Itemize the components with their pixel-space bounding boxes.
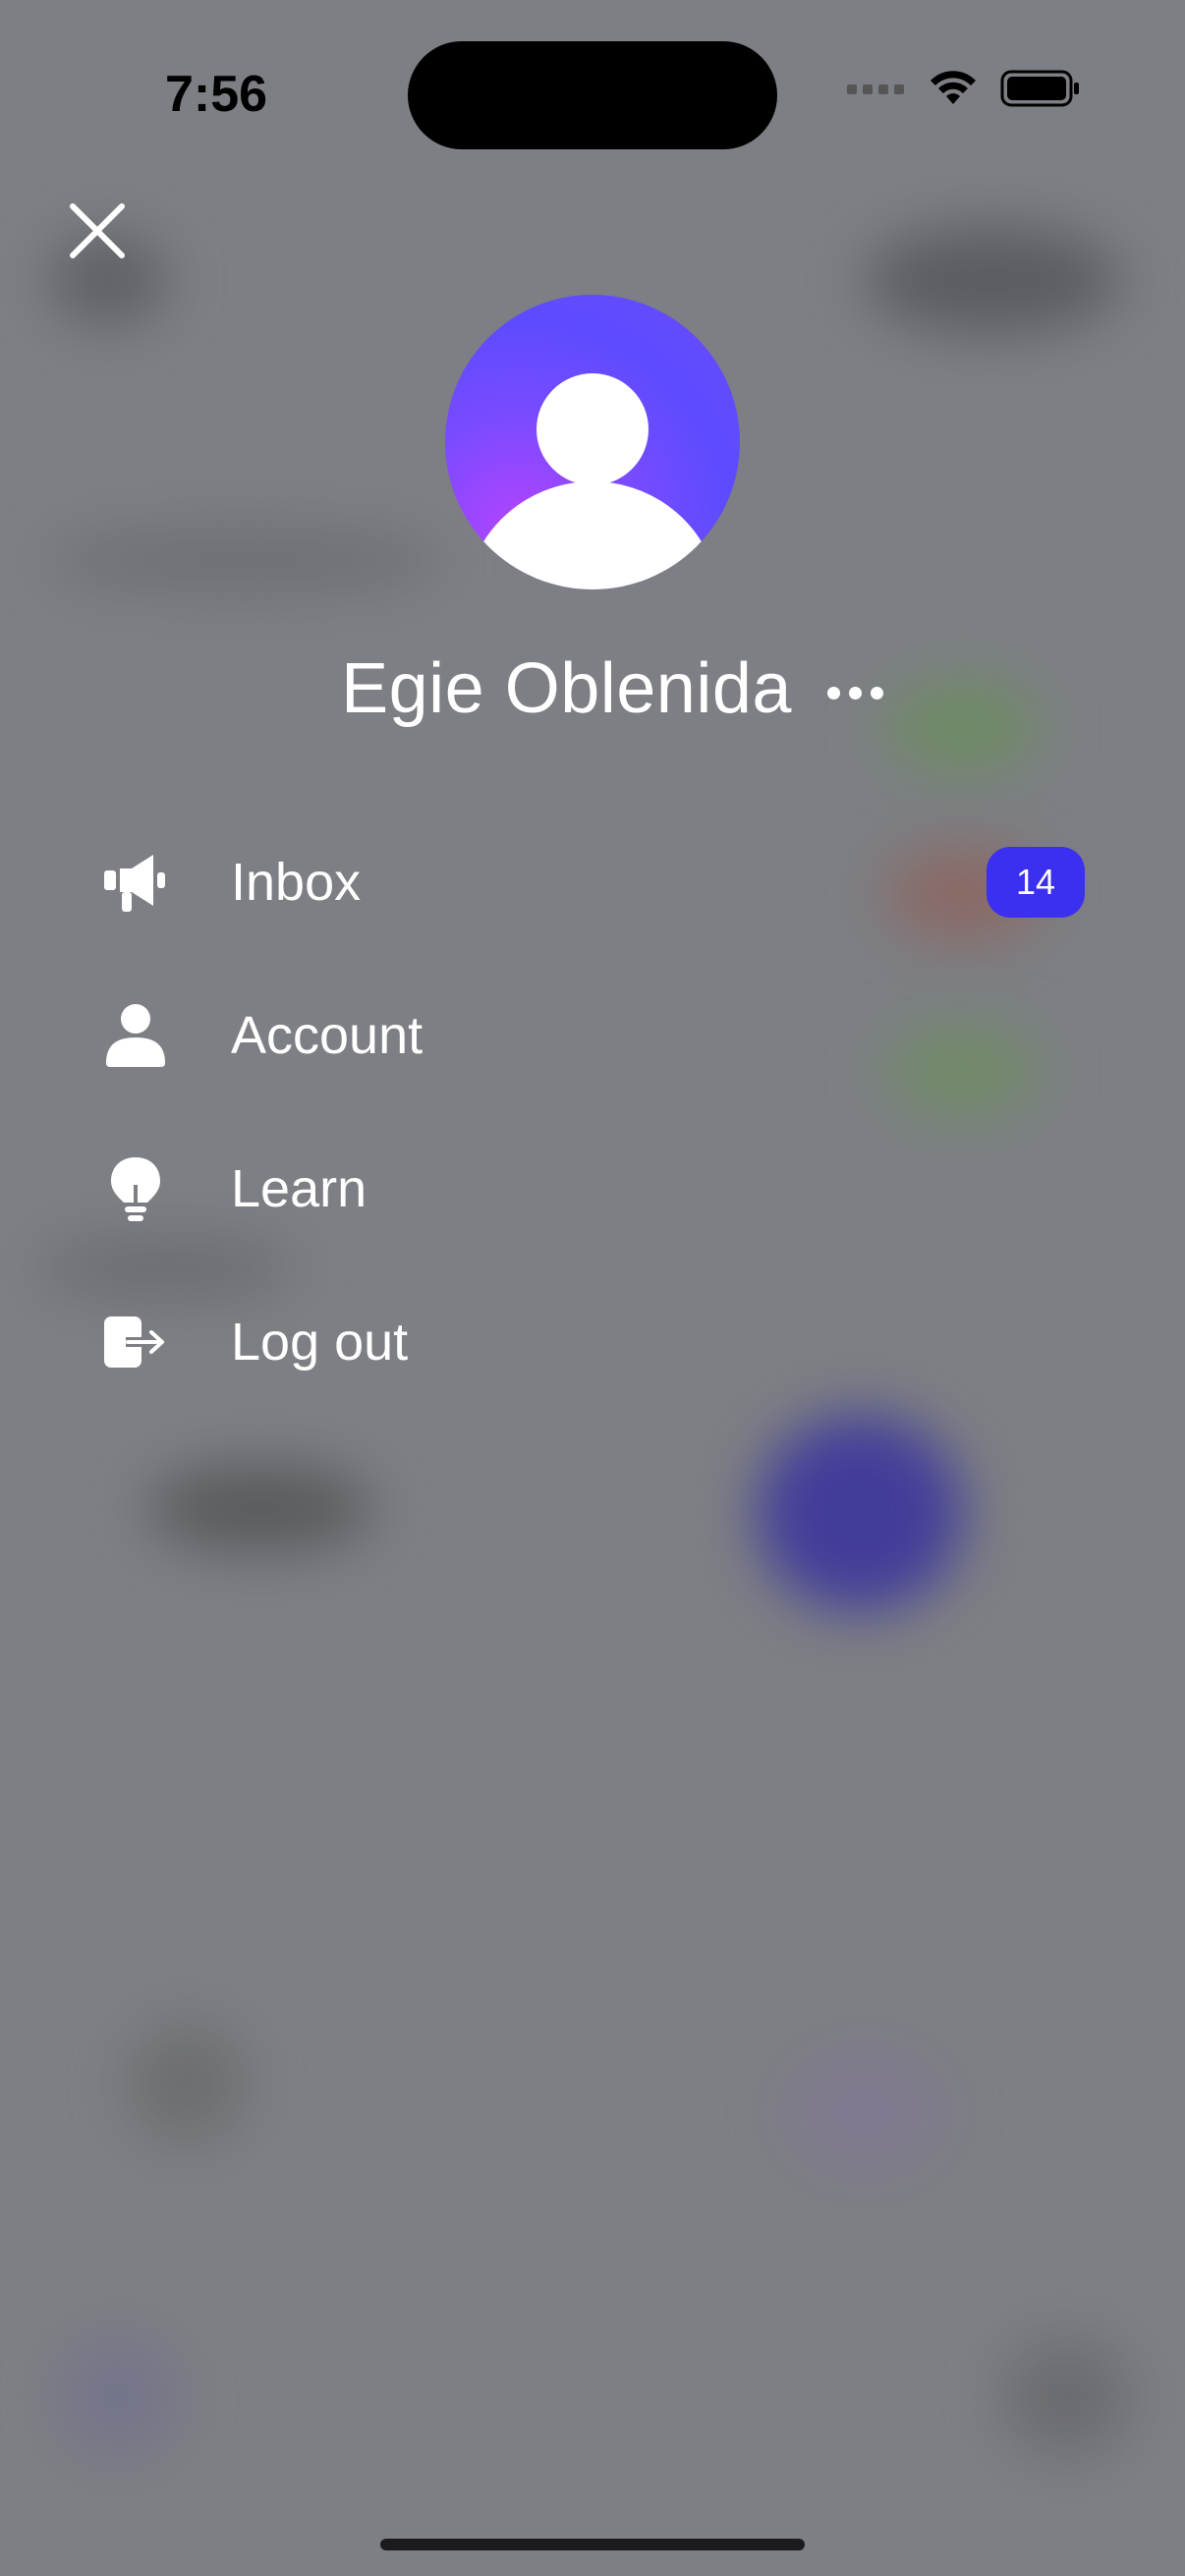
close-button[interactable]: [63, 196, 132, 265]
wifi-icon: [931, 71, 976, 104]
bg-blob: [59, 2338, 177, 2456]
bg-blob: [49, 531, 442, 589]
profile-menu: Inbox 14 Account Learn Log out: [0, 806, 1185, 1419]
bg-blob: [786, 2053, 943, 2171]
menu-item-inbox[interactable]: Inbox 14: [0, 806, 1185, 959]
menu-item-label: Inbox: [231, 853, 362, 912]
menu-item-label: Log out: [231, 1313, 409, 1372]
profile-name: Egie Oblenida: [341, 649, 792, 728]
logout-icon: [102, 1309, 169, 1375]
bg-blob: [1002, 2338, 1130, 2456]
more-dot: [826, 686, 840, 700]
close-icon: [70, 203, 125, 258]
bg-blob: [128, 2024, 246, 2142]
bg-blob: [865, 226, 1120, 334]
battery-icon: [1000, 70, 1079, 107]
more-dot: [870, 686, 883, 700]
menu-item-learn[interactable]: Learn: [0, 1112, 1185, 1265]
dynamic-island: [408, 41, 777, 149]
bg-blob: [757, 1415, 963, 1611]
status-time: 7:56: [165, 66, 268, 123]
person-silhouette-icon: [466, 373, 719, 589]
profile-name-row: Egie Oblenida: [0, 648, 1185, 729]
lightbulb-icon: [102, 1155, 169, 1222]
status-indicators: [847, 69, 1081, 108]
megaphone-icon: [102, 849, 169, 916]
inbox-count-badge: 14: [987, 847, 1085, 918]
menu-item-logout[interactable]: Log out: [0, 1265, 1185, 1419]
bg-blob: [147, 1464, 373, 1552]
more-dot: [848, 686, 862, 700]
cellular-signal-icon: [847, 84, 904, 94]
more-options-button[interactable]: [826, 679, 883, 700]
menu-item-label: Account: [231, 1006, 423, 1065]
menu-item-label: Learn: [231, 1159, 367, 1218]
home-indicator[interactable]: [380, 2539, 805, 2550]
menu-item-account[interactable]: Account: [0, 959, 1185, 1112]
avatar[interactable]: [445, 295, 740, 589]
person-icon: [102, 1002, 169, 1069]
